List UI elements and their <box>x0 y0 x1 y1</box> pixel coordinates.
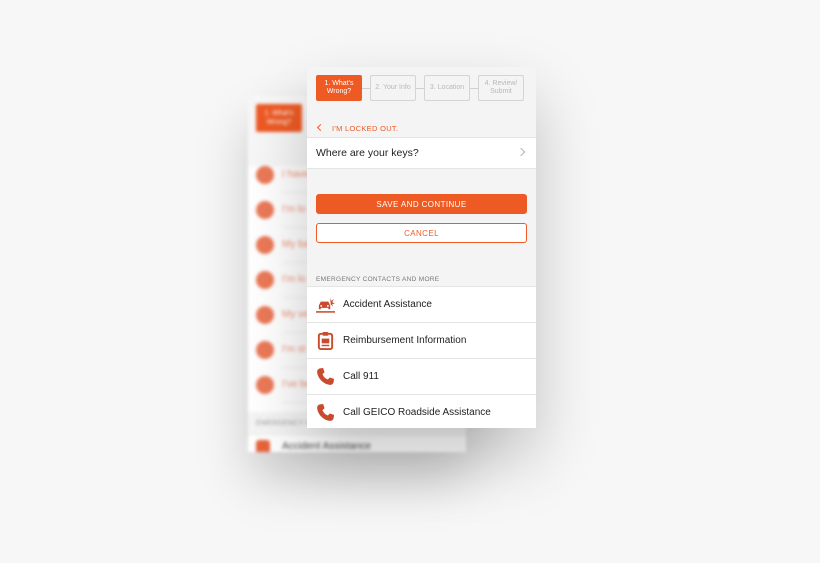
chevron-left-icon[interactable] <box>316 123 328 133</box>
stage: 1. What's Wrong? I have I'm lo My ba I'm… <box>0 0 820 563</box>
background-item-label: My ba <box>282 239 310 250</box>
background-item-label: I'm st <box>282 344 306 355</box>
step-whats-wrong[interactable]: 1. What's Wrong? <box>316 75 362 101</box>
car-crash-icon <box>256 440 270 452</box>
lock-icon <box>256 201 274 219</box>
background-item-label: I'm lo <box>282 274 306 285</box>
phone-icon <box>317 403 335 421</box>
step-connector <box>470 88 478 89</box>
step-location[interactable]: 3. Location <box>424 75 470 101</box>
car-crash-icon <box>316 297 335 313</box>
question-row[interactable]: Where are your keys? <box>307 137 536 169</box>
accident-car-icon <box>256 376 274 394</box>
background-item-label: I have <box>282 169 310 180</box>
breadcrumb[interactable]: I'M LOCKED OUT. <box>316 123 398 133</box>
contact-call-geico-roadside[interactable]: Call GEICO Roadside Assistance <box>307 395 536 428</box>
background-section-row: Accident Assistance <box>248 436 466 452</box>
phone-icon <box>317 367 335 385</box>
save-and-continue-button[interactable]: SAVE AND CONTINUE <box>316 194 527 214</box>
step-review-submit[interactable]: 4. Review/ Submit <box>478 75 524 101</box>
key-icon <box>256 271 274 289</box>
contact-call-911[interactable]: Call 911 <box>307 359 536 395</box>
foreground-screen: 1. What's Wrong? 2. Your Info 3. Locatio… <box>307 67 536 428</box>
progress-steps: 1. What's Wrong? 2. Your Info 3. Locatio… <box>316 75 528 101</box>
battery-icon <box>256 236 274 254</box>
contact-accident-assistance[interactable]: Accident Assistance <box>307 287 536 323</box>
background-section-row-label: Accident Assistance <box>282 441 371 452</box>
contact-label: Accident Assistance <box>343 299 432 310</box>
question-label: Where are your keys? <box>316 147 419 159</box>
contact-reimbursement-information[interactable]: Reimbursement Information <box>307 323 536 359</box>
tow-icon <box>256 306 274 324</box>
step-your-info[interactable]: 2. Your Info <box>370 75 416 101</box>
step-connector <box>416 88 424 89</box>
background-step: 1. What's Wrong? <box>256 104 302 132</box>
tire-icon <box>256 166 274 184</box>
breadcrumb-label: I'M LOCKED OUT. <box>332 123 399 133</box>
contact-label: Call GEICO Roadside Assistance <box>343 407 491 418</box>
step-connector <box>362 88 370 89</box>
clipboard-icon <box>317 331 334 350</box>
cancel-button[interactable]: CANCEL <box>316 223 527 243</box>
contacts-list: Accident Assistance Reimbursement Inform… <box>307 286 536 428</box>
section-label: EMERGENCY CONTACTS AND MORE <box>316 276 440 283</box>
stuck-car-icon <box>256 341 274 359</box>
contact-label: Call 911 <box>343 371 379 382</box>
background-item-label: I'm lo <box>282 204 306 215</box>
background-section-label: EMERGENCY C <box>256 420 312 427</box>
contact-label: Reimbursement Information <box>343 335 467 346</box>
background-item-label: My ve <box>282 309 309 320</box>
chevron-right-icon <box>516 147 526 157</box>
